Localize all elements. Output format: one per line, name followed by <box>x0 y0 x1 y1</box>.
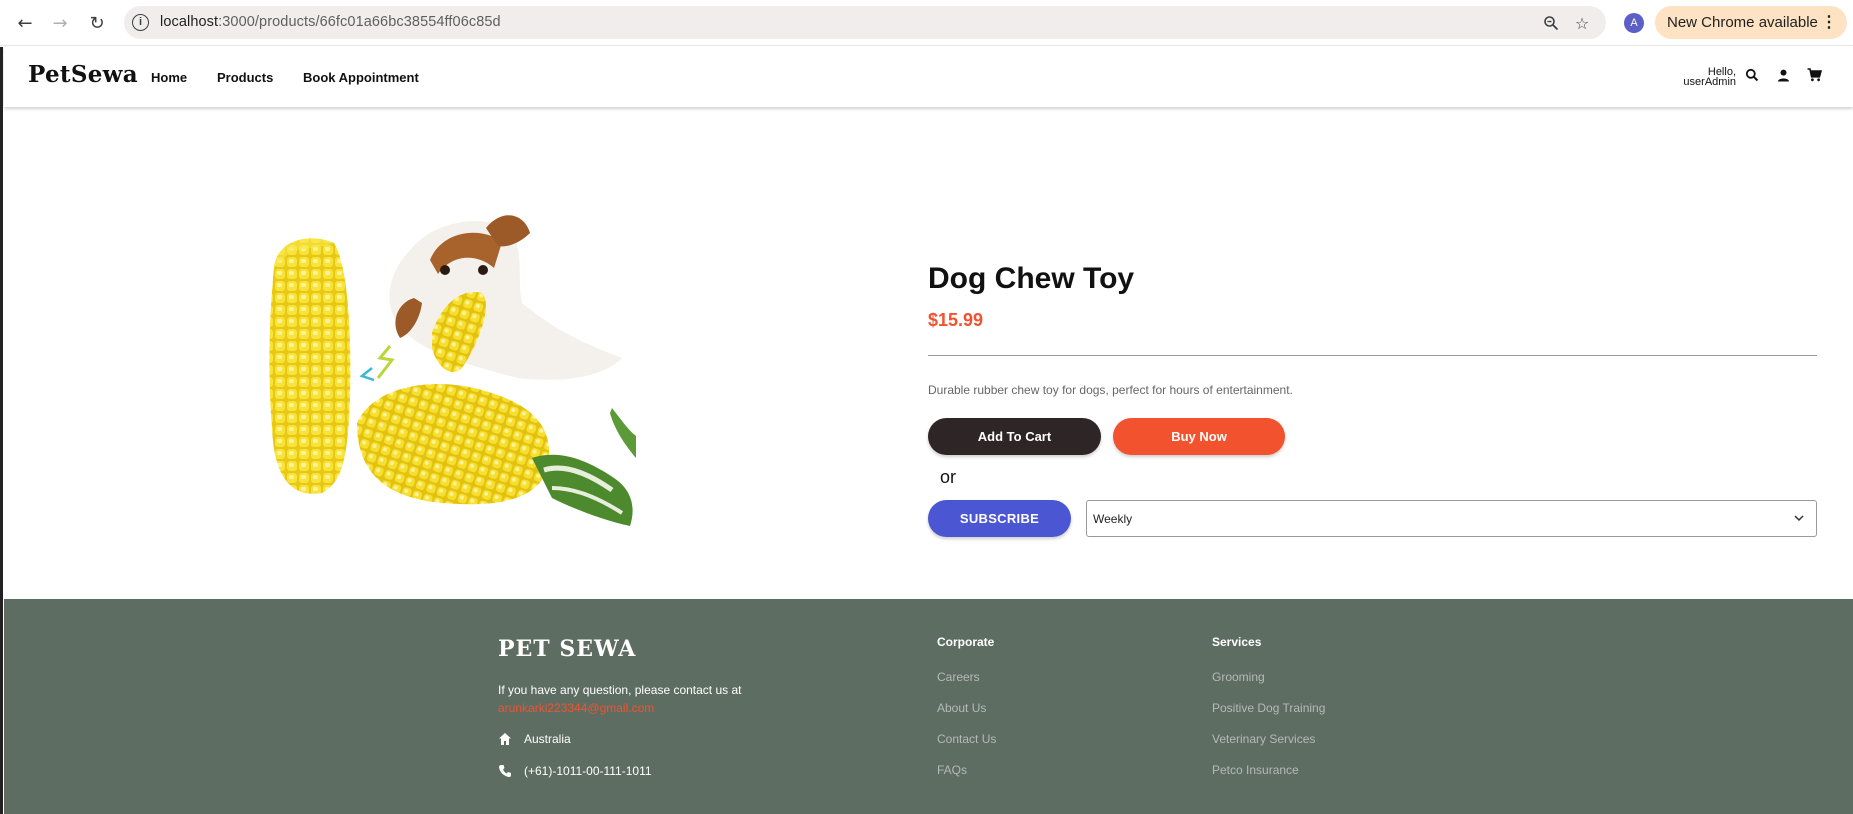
footer-link-careers[interactable]: Careers <box>937 670 980 684</box>
footer-link-dog-training[interactable]: Positive Dog Training <box>1212 701 1325 715</box>
phone-icon <box>499 765 511 777</box>
reload-icon[interactable]: ↻ <box>84 10 110 36</box>
url-text[interactable]: localhost:3000/products/66fc01a66bc38554… <box>160 14 501 30</box>
details-divider <box>928 355 1817 356</box>
footer-link-contact-us[interactable]: Contact Us <box>937 732 996 746</box>
subscription-frequency-value: Weekly <box>1093 512 1133 526</box>
nav-home[interactable]: Home <box>151 70 187 85</box>
cart-icon[interactable] <box>1804 65 1824 85</box>
nav-products[interactable]: Products <box>217 70 273 85</box>
forward-icon[interactable]: → <box>47 10 73 36</box>
add-to-cart-button[interactable]: Add To Cart <box>928 418 1101 455</box>
subscription-frequency-select[interactable]: Weekly <box>1086 500 1817 537</box>
footer-contact-text: If you have any question, please contact… <box>498 683 742 697</box>
more-menu-icon: ⋮ <box>1821 14 1837 31</box>
chrome-update-button[interactable]: New Chrome available ⋮ <box>1655 6 1847 39</box>
product-description: Durable rubber chew toy for dogs, perfec… <box>928 383 1293 397</box>
site-logo[interactable]: PetSewa <box>28 61 138 88</box>
or-separator: or <box>940 467 957 487</box>
address-bar[interactable]: i localhost:3000/products/66fc01a66bc385… <box>124 6 1606 39</box>
user-greeting: Hello, userAdmin <box>1683 66 1736 88</box>
footer-services-heading: Services <box>1212 635 1262 649</box>
chevron-down-icon <box>1794 515 1804 522</box>
footer-logo: PET SEWA <box>498 636 637 662</box>
footer-location: Australia <box>498 732 571 746</box>
subscribe-button[interactable]: SUBSCRIBE <box>928 500 1071 537</box>
product-title: Dog Chew Toy <box>928 262 1135 295</box>
profile-avatar[interactable]: A <box>1624 13 1644 33</box>
browser-toolbar: ← → ↻ i localhost:3000/products/66fc01a6… <box>0 0 1853 46</box>
footer-link-grooming[interactable]: Grooming <box>1212 670 1265 684</box>
search-icon[interactable] <box>1742 65 1762 85</box>
product-price: $15.99 <box>928 310 984 330</box>
nav-book-appointment[interactable]: Book Appointment <box>303 70 419 85</box>
footer-link-insurance[interactable]: Petco Insurance <box>1212 763 1299 777</box>
footer-link-faqs[interactable]: FAQs <box>937 763 967 777</box>
user-icon[interactable] <box>1773 65 1793 85</box>
product-image <box>262 208 636 572</box>
footer-corporate-heading: Corporate <box>937 635 995 649</box>
buy-now-button[interactable]: Buy Now <box>1113 418 1285 455</box>
site-info-icon[interactable]: i <box>132 14 149 31</box>
footer-email-link[interactable]: arunkarki223344@gmail.com <box>498 701 654 715</box>
zoom-icon[interactable] <box>1540 12 1562 34</box>
home-icon <box>499 733 511 745</box>
footer-link-veterinary[interactable]: Veterinary Services <box>1212 732 1315 746</box>
footer-link-about-us[interactable]: About Us <box>937 701 986 715</box>
back-icon[interactable]: ← <box>12 10 38 36</box>
site-header: PetSewa Home Products Book Appointment H… <box>4 47 1853 107</box>
site-footer: PET SEWA If you have any question, pleas… <box>4 599 1853 814</box>
page-edge <box>0 47 3 814</box>
bookmark-star-icon[interactable]: ☆ <box>1571 12 1593 34</box>
footer-phone: (+61)-1011-00-111-1011 <box>498 764 652 778</box>
